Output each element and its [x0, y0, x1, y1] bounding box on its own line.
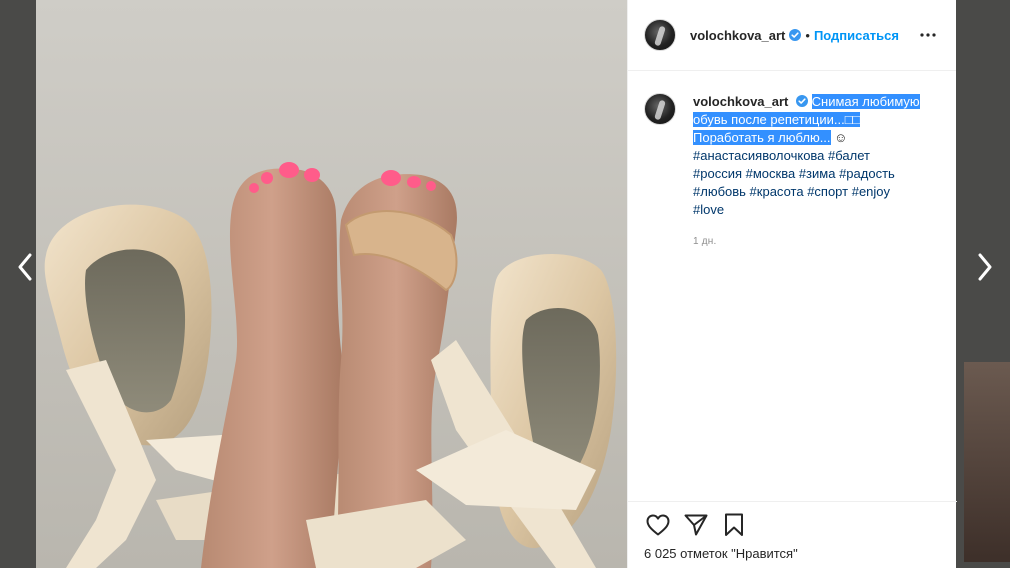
hashtag-link[interactable]: #радость: [839, 166, 895, 181]
background-thumbnail: [964, 362, 1010, 562]
author-username[interactable]: volochkova_art: [690, 28, 785, 43]
caption-body: volochkova_art Снимая любимую обувь посл…: [693, 93, 940, 251]
caption-avatar[interactable]: [644, 93, 676, 125]
chevron-right-icon: [978, 253, 992, 281]
more-options-button[interactable]: [916, 23, 940, 47]
like-button[interactable]: [644, 511, 672, 539]
ellipsis-icon: [920, 33, 936, 37]
caption-username[interactable]: volochkova_art: [693, 94, 788, 109]
author-avatar[interactable]: [644, 19, 676, 51]
verified-badge-icon: [789, 29, 802, 41]
post-actions: 6 025 отметок "Нравится": [628, 501, 957, 568]
verified-badge-icon: [796, 95, 808, 107]
caption-text-line1: Снимая любимую: [811, 94, 920, 109]
background-feed-right: [956, 0, 1010, 568]
ballet-shoes-photo: [36, 0, 627, 568]
likes-count[interactable]: 6 025 отметок "Нравится": [644, 546, 941, 561]
hashtag-link[interactable]: #любовь: [693, 184, 746, 199]
save-button[interactable]: [720, 511, 748, 539]
hashtag-link[interactable]: #зима: [799, 166, 836, 181]
post-timestamp[interactable]: 1 дн.: [693, 233, 940, 251]
caption-emoji: ☺: [834, 130, 848, 145]
hashtag-link[interactable]: #love: [693, 202, 724, 217]
paper-plane-icon: [684, 514, 708, 536]
previous-post-button[interactable]: [12, 252, 38, 282]
header-separator: •: [805, 27, 810, 43]
hashtag-link[interactable]: #enjoy: [852, 184, 890, 199]
post-photo[interactable]: [36, 0, 627, 568]
follow-button[interactable]: Подписаться: [814, 28, 899, 43]
post-sidebar: volochkova_art • Подписаться volochkova_…: [627, 0, 957, 568]
hashtag-link[interactable]: #анастасияволочкова: [693, 148, 824, 163]
post-caption: volochkova_art Снимая любимую обувь посл…: [628, 71, 956, 251]
hashtag-link[interactable]: #балет: [828, 148, 870, 163]
post-header: volochkova_art • Подписаться: [628, 0, 956, 71]
background-feed-left: [0, 0, 36, 568]
hashtag-list: #анастасияволочкова #балет #россия #моск…: [693, 147, 940, 219]
caption-text-line2: обувь после репетиции...□□: [693, 112, 861, 127]
hashtag-link[interactable]: #москва: [746, 166, 796, 181]
bookmark-icon: [725, 513, 743, 536]
caption-text-line3: Поработать я люблю...: [693, 130, 831, 145]
share-button[interactable]: [682, 511, 710, 539]
heart-icon: [646, 514, 670, 536]
chevron-left-icon: [18, 253, 32, 281]
action-row: [644, 502, 941, 548]
next-post-button[interactable]: [972, 252, 998, 282]
hashtag-link[interactable]: #красота: [750, 184, 804, 199]
hashtag-link[interactable]: #спорт: [807, 184, 848, 199]
post-modal: volochkova_art • Подписаться volochkova_…: [36, 0, 957, 568]
hashtag-link[interactable]: #россия: [693, 166, 742, 181]
